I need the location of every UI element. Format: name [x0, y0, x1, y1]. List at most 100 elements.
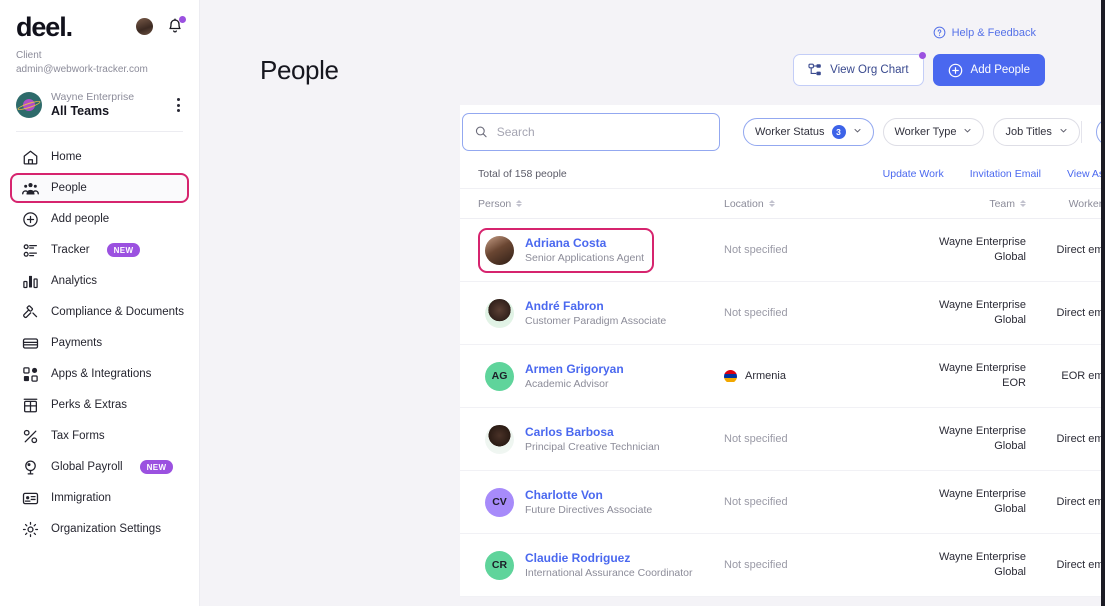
- person-name-link[interactable]: Armen Grigoryan: [525, 361, 624, 377]
- table-row[interactable]: CV Charlotte Von Future Directives Associa…: [460, 471, 1105, 534]
- sidebar-item-home[interactable]: Home: [10, 142, 189, 172]
- help-circle-icon: [933, 26, 946, 39]
- account-type-label: Client: [16, 50, 42, 61]
- person-name-link[interactable]: André Fabron: [525, 298, 666, 314]
- location-label: Not specified: [724, 244, 788, 256]
- org-switcher[interactable]: Wayne Enterprise All Teams: [16, 91, 183, 132]
- toolbar-link-update-work[interactable]: Update Work: [883, 168, 944, 180]
- filter-chip-label: Job Titles: [1005, 126, 1052, 138]
- sidebar-item-perks-extras[interactable]: Perks & Extras: [10, 390, 189, 420]
- cell-location: Not specified: [724, 307, 926, 319]
- cell-person: Adriana Costa Senior Applications Agent: [460, 227, 724, 273]
- divider: [1080, 121, 1082, 143]
- view-org-chart-button[interactable]: View Org Chart: [793, 52, 926, 86]
- person-block[interactable]: André Fabron Customer Paradigm Associate: [478, 291, 676, 336]
- person-name-link[interactable]: Claudie Rodriguez: [525, 550, 693, 566]
- cell-location: Not specified: [724, 496, 926, 508]
- sidebar-item-label: Home: [51, 151, 82, 163]
- country-flag-icon: [724, 369, 737, 383]
- table-row[interactable]: Carlos Barbosa Principal Creative Technic…: [460, 408, 1105, 471]
- apps-icon: [22, 366, 39, 383]
- column-header-location[interactable]: Location: [724, 198, 926, 210]
- sidebar-item-people[interactable]: People: [10, 173, 189, 203]
- sidebar-item-label: Analytics: [51, 275, 98, 287]
- table-toolbar-links: Update Work Invitation Email View As Repor…: [883, 168, 1105, 180]
- sidebar-item-organization-settings[interactable]: Organization Settings: [10, 514, 189, 544]
- person-block[interactable]: Carlos Barbosa Principal Creative Technic…: [478, 417, 670, 462]
- team-line-1: Wayne Enterprise: [938, 425, 1026, 437]
- sidebar-item-payments[interactable]: Payments: [10, 328, 189, 358]
- sidebar-item-label: Payments: [51, 337, 103, 349]
- account-email: admin@webwork-tracker.com: [16, 64, 148, 75]
- column-header-label: Person: [478, 197, 512, 210]
- cell-team: Wayne Enterprise Global: [926, 298, 1026, 328]
- sidebar-header-icons: [136, 14, 186, 35]
- column-header-person[interactable]: Person: [460, 198, 724, 210]
- filter-chip-worker-type[interactable]: Worker Type: [882, 118, 985, 146]
- avatar[interactable]: [136, 18, 153, 35]
- add-people-button[interactable]: Add People: [932, 54, 1045, 86]
- sidebar-item-label: Perks & Extras: [51, 399, 128, 411]
- sort-icon[interactable]: [516, 200, 523, 207]
- team-line-1: Wayne Enterprise: [938, 488, 1026, 500]
- deel-logo: deel.: [16, 12, 73, 42]
- filter-chip-worker-status[interactable]: Worker Status 3: [743, 118, 874, 146]
- person-block[interactable]: Adriana Costa Senior Applications Agent: [478, 227, 655, 273]
- page-header: People View Org Chart Add People: [260, 52, 1045, 86]
- chevron-down-icon: [1059, 126, 1068, 138]
- person-name-link[interactable]: Carlos Barbosa: [525, 424, 660, 440]
- sidebar-item-apps-integrations[interactable]: Apps & Integrations: [10, 359, 189, 389]
- sidebar-item-compliance-documents[interactable]: Compliance & Documents: [10, 297, 189, 327]
- table-row[interactable]: AG Armen Grigoryan Academic Advisor Armenia…: [460, 345, 1105, 408]
- sidebar-item-immigration[interactable]: Immigration: [10, 483, 189, 513]
- org-chart-icon: [808, 63, 821, 76]
- help-and-feedback-link[interactable]: Help & Feedback: [933, 26, 1036, 39]
- column-header-label: Location: [724, 197, 764, 210]
- sidebar-item-tracker[interactable]: Tracker NEW: [10, 235, 189, 265]
- person-text: Armen Grigoryan Academic Advisor: [525, 361, 624, 392]
- table-row[interactable]: André Fabron Customer Paradigm Associate N…: [460, 282, 1105, 345]
- tracker-icon: [22, 242, 39, 259]
- toolbar-link-invitation-email[interactable]: Invitation Email: [970, 168, 1041, 180]
- sort-icon[interactable]: [768, 200, 775, 207]
- person-name-link[interactable]: Charlotte Von: [525, 487, 652, 503]
- filter-chip-job-titles[interactable]: Job Titles: [993, 118, 1080, 146]
- team-line-2: Global: [994, 566, 1026, 578]
- app-root: deel. Client admin@webwork-tracker.com W…: [0, 0, 1105, 606]
- column-header-worker-type[interactable]: Worker type: [1026, 198, 1105, 210]
- team-line-2: Global: [994, 251, 1026, 263]
- person-name-link[interactable]: Adriana Costa: [525, 235, 644, 251]
- help-and-feedback-label: Help & Feedback: [951, 26, 1036, 39]
- gavel-icon: [22, 304, 39, 321]
- person-block[interactable]: CR Claudie Rodriguez International Assuran…: [478, 543, 703, 588]
- sidebar-item-label: Tracker: [51, 244, 90, 256]
- org-menu-icon[interactable]: [174, 96, 183, 114]
- notification-bell-icon[interactable]: [167, 16, 186, 35]
- scrollbar[interactable]: [1101, 0, 1105, 606]
- table-row[interactable]: CR Claudie Rodriguez International Assuran…: [460, 534, 1105, 597]
- column-header-team[interactable]: Team: [926, 198, 1026, 210]
- notification-dot: [179, 16, 186, 23]
- person-text: Claudie Rodriguez International Assurance…: [525, 550, 693, 581]
- team-line-2: Global: [994, 503, 1026, 515]
- card-icon: [22, 335, 39, 352]
- sidebar-item-analytics[interactable]: Analytics: [10, 266, 189, 296]
- table-body: Adriana Costa Senior Applications Agent No…: [460, 219, 1105, 597]
- sidebar-item-add-people[interactable]: Add people: [10, 204, 189, 234]
- person-text: Charlotte Von Future Directives Associate: [525, 487, 652, 518]
- search-input[interactable]: [496, 125, 707, 139]
- column-header-label: Team: [989, 197, 1015, 210]
- location-label: Armenia: [745, 370, 786, 382]
- column-header-label: Worker type: [1068, 197, 1105, 210]
- sidebar-item-global-payroll[interactable]: Global Payroll NEW: [10, 452, 189, 482]
- sidebar-item-tax-forms[interactable]: Tax Forms: [10, 421, 189, 451]
- globe-pin-icon: [22, 459, 39, 476]
- person-block[interactable]: CV Charlotte Von Future Directives Associa…: [478, 480, 662, 525]
- cell-worker-type: Direct employee: [1056, 496, 1105, 508]
- cell-person: André Fabron Customer Paradigm Associate: [460, 291, 724, 336]
- person-block[interactable]: AG Armen Grigoryan Academic Advisor: [478, 354, 634, 399]
- toolbar-link-view-as-report[interactable]: View As Report: [1067, 168, 1105, 180]
- table-row[interactable]: Adriana Costa Senior Applications Agent No…: [460, 219, 1105, 282]
- sidebar-item-label: People: [51, 182, 87, 194]
- search-box[interactable]: [462, 113, 720, 151]
